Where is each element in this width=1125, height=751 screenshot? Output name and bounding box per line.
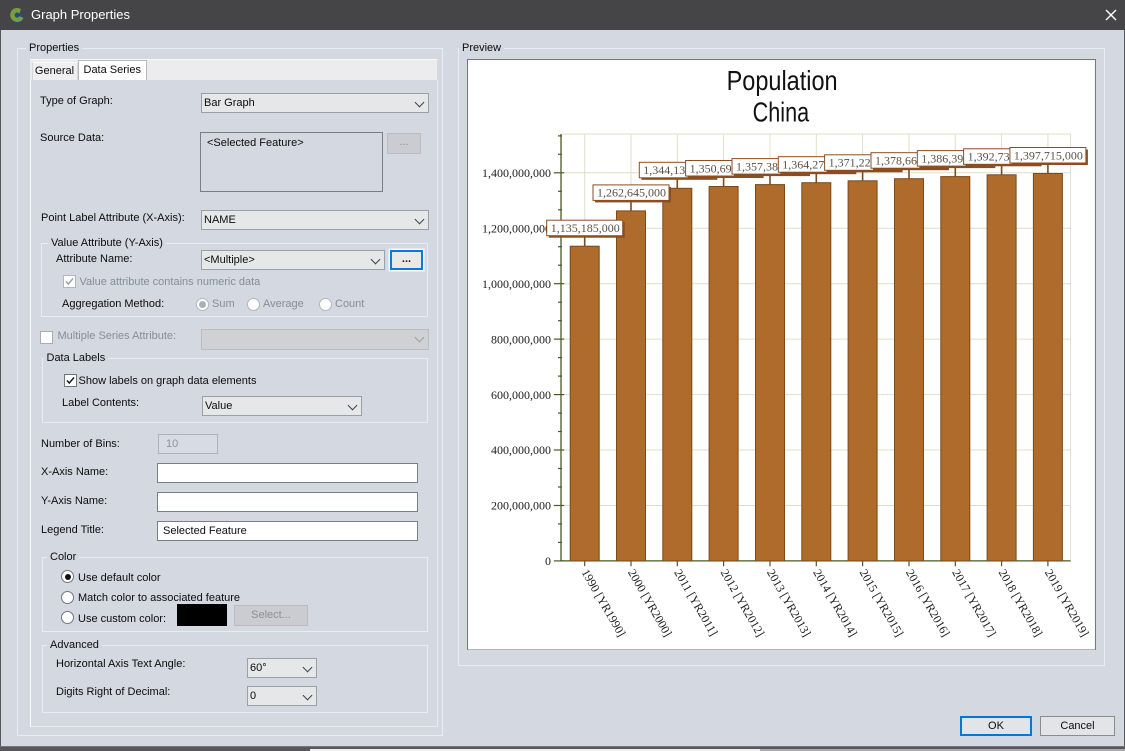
svg-text:China: China: [753, 96, 810, 127]
svg-text:200,000,000: 200,000,000: [491, 498, 551, 512]
svg-text:400,000,000: 400,000,000: [491, 443, 551, 457]
svg-text:1,200,000,000: 1,200,000,000: [482, 221, 551, 235]
svg-text:Population: Population: [727, 64, 838, 95]
svg-text:600,000,000: 600,000,000: [491, 387, 551, 401]
svg-text:1,135,185,000: 1,135,185,000: [551, 221, 620, 235]
svg-text:1,400,000,000: 1,400,000,000: [482, 166, 551, 180]
svg-text:0: 0: [545, 554, 551, 568]
svg-text:1,000,000,000: 1,000,000,000: [482, 276, 551, 290]
svg-text:800,000,000: 800,000,000: [491, 332, 551, 346]
svg-text:1,397,715,000: 1,397,715,000: [1014, 148, 1083, 162]
svg-text:1,262,645,000: 1,262,645,000: [597, 185, 666, 199]
